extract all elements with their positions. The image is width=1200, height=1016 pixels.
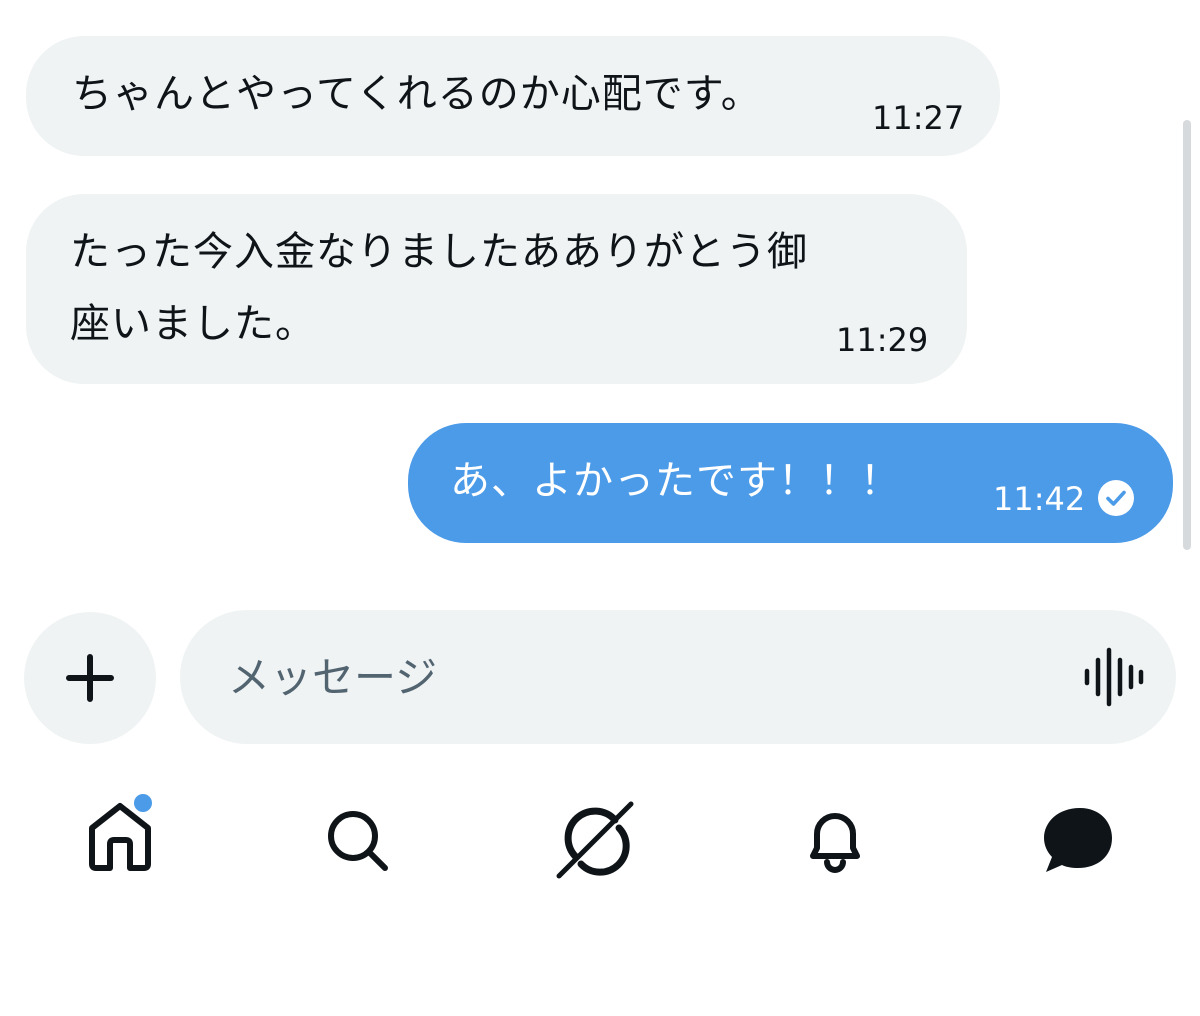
message-timestamp: 11:29 xyxy=(836,321,929,359)
grok-icon xyxy=(556,801,634,879)
message-bubble-received[interactable]: たった今入金なりましたあありがとう御 座いました。 11:29 xyxy=(26,194,967,384)
tab-notifications[interactable] xyxy=(785,790,885,890)
scrollbar[interactable] xyxy=(1183,120,1191,550)
tab-messages[interactable] xyxy=(1028,790,1128,890)
tab-home[interactable] xyxy=(70,790,170,890)
bell-icon xyxy=(810,813,860,873)
message-input[interactable] xyxy=(228,640,1048,714)
message-text-line: たった今入金なりましたあありがとう御 xyxy=(70,229,808,275)
check-circle-icon xyxy=(1098,480,1134,516)
add-attachment-button[interactable] xyxy=(24,612,156,744)
message-bubble-icon xyxy=(1044,808,1112,872)
message-timestamp: 11:27 xyxy=(872,99,965,137)
plus-icon xyxy=(66,654,114,702)
search-icon xyxy=(328,811,388,871)
message-bubble-sent[interactable]: あ、よかったです！！！ 11:42 xyxy=(408,423,1173,543)
voice-waveform-icon xyxy=(1084,647,1144,707)
bottom-tab-bar xyxy=(0,790,1200,900)
notification-dot xyxy=(134,794,152,812)
message-text-line: 座いました。 xyxy=(70,301,316,347)
message-text: あ、よかったです！！！ xyxy=(450,458,901,504)
message-composer[interactable] xyxy=(180,610,1176,744)
message-timestamp: 11:42 xyxy=(993,480,1086,518)
voice-message-button[interactable] xyxy=(1078,642,1148,712)
message-bubble-received[interactable]: ちゃんとやってくれるのか心配です。 11:27 xyxy=(26,36,1000,156)
tab-grok[interactable] xyxy=(545,790,645,890)
message-text: ちゃんとやってくれるのか心配です。 xyxy=(72,71,762,117)
home-icon xyxy=(89,803,151,871)
tab-search[interactable] xyxy=(307,790,407,890)
